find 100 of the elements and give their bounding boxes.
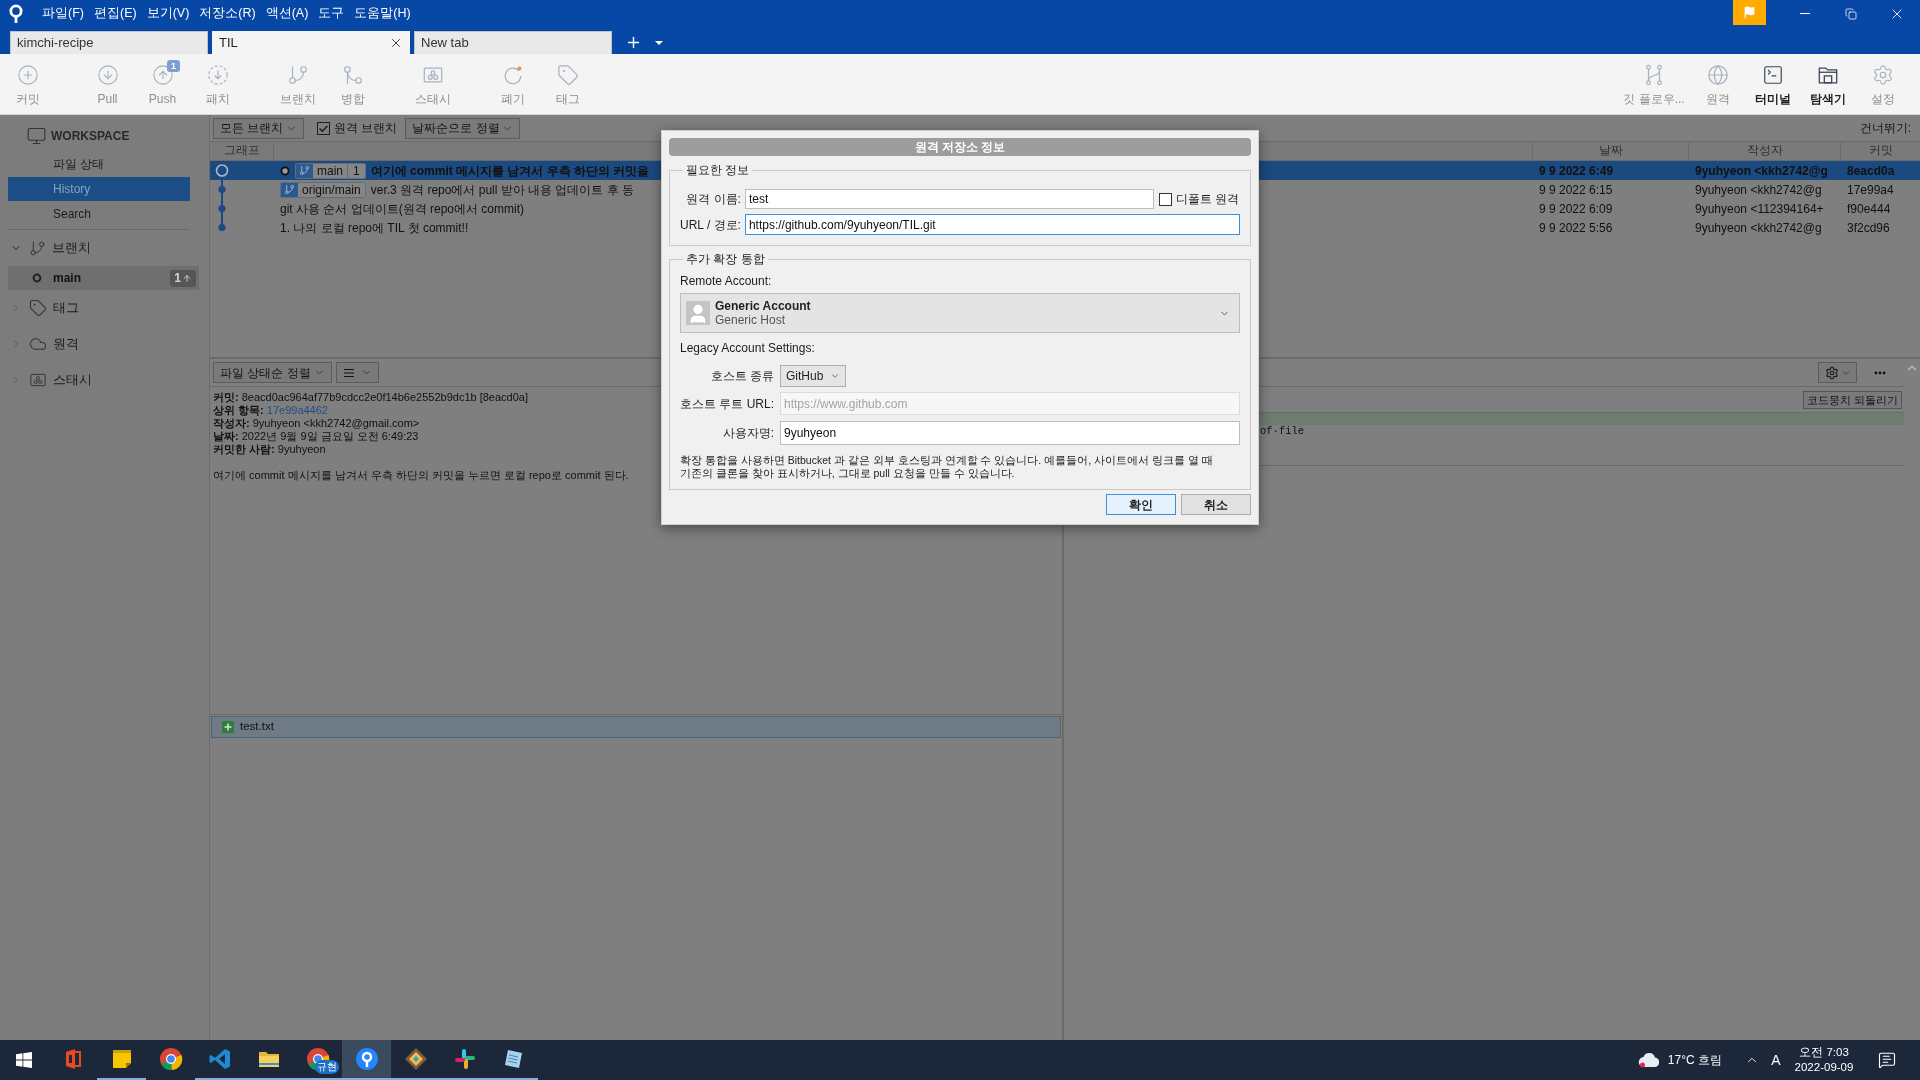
avatar-icon	[686, 301, 710, 325]
menu-item[interactable]: 보기(V)	[141, 2, 195, 25]
checkbox[interactable]	[1158, 192, 1172, 206]
up-arrow-circle-icon	[151, 64, 174, 86]
input-mode-button[interactable]: A	[1764, 1040, 1788, 1080]
window-panes-icon	[16, 1052, 32, 1068]
column-header: 날짜	[1532, 142, 1688, 160]
ribbon-icon	[207, 1047, 232, 1071]
dialog-button[interactable]: 확인	[1106, 494, 1176, 515]
section-title: WORKSPACE	[51, 128, 130, 145]
dialog-button[interactable]: 취소	[1181, 494, 1251, 515]
file-sort-dropdown[interactable]: 파일 상태순 정렬	[213, 362, 332, 383]
url-field[interactable]: https://github.com/9yuhyeon/TIL.git	[744, 214, 1240, 235]
options-dropdown[interactable]	[1818, 362, 1857, 383]
menu-item[interactable]: 파일(F)	[37, 2, 89, 25]
commit-date: 9 9 2022 6:49	[1539, 163, 1614, 178]
branch-filter-dropdown[interactable]: 모든 브랜치	[213, 117, 304, 139]
commit-message[interactable]: 1. 나의 로컬 repo에 TIL 첫 commit!!	[280, 218, 469, 237]
tag-icon	[29, 299, 47, 317]
jump-label: 건너뛰기:	[1859, 120, 1912, 137]
terminal-icon	[1761, 64, 1784, 86]
weather-text: 17°C 흐림	[1667, 1052, 1722, 1069]
group-title: 필요한 정보	[685, 162, 751, 178]
checkbox[interactable]	[317, 121, 330, 135]
clock[interactable]: 오전 7:03 2022-09-09	[1788, 1040, 1860, 1080]
tag-icon	[556, 64, 579, 86]
field-label: URL / 경로:	[680, 216, 741, 234]
folder-icon	[1816, 64, 1839, 86]
app-logo-icon	[8, 4, 24, 23]
sidebar-section[interactable]: 브랜치	[0, 230, 209, 266]
taskbar-button[interactable]	[342, 1040, 391, 1080]
pinwheel-icon	[452, 1047, 477, 1071]
sort-dropdown[interactable]: 날짜순으로 정렬	[405, 117, 521, 139]
sidebar-item[interactable]: Search	[8, 202, 190, 226]
settings-icon	[1824, 365, 1839, 380]
column-header: 작성자	[1688, 142, 1840, 160]
minimize-icon	[1800, 13, 1810, 14]
menu-item[interactable]: 편집(E)	[88, 2, 142, 25]
toolbar-button[interactable]: 터미널	[1745, 54, 1800, 114]
menu-item[interactable]: 저장소(R)	[194, 2, 261, 25]
count-badge: 1	[167, 60, 180, 72]
profile-badge: 규현	[315, 1060, 339, 1074]
field-label: 원격 이름:	[685, 191, 741, 208]
sidebar-item[interactable]: 파일 상태	[8, 152, 190, 176]
branch-name: main	[316, 163, 344, 178]
menu-item[interactable]: 액션(A)	[260, 2, 314, 25]
branch-item[interactable]: main 1	[8, 266, 199, 290]
tab[interactable]: kimchi-recipe	[10, 31, 208, 54]
commit-author: 9yuhyeon <kkh2742@g	[1695, 220, 1822, 235]
detail-line: 커밋한 사람: 9yuhyeon	[213, 443, 326, 456]
commit-date: 9 9 2022 6:15	[1539, 182, 1613, 197]
commit-hash: 3f2cd96	[1847, 220, 1890, 235]
box-circles-icon	[29, 371, 47, 389]
commit-message[interactable]: git 사용 순서 업데이트(원격 repo에서 commit)	[280, 199, 525, 218]
ahead-count: 1	[347, 163, 365, 178]
diamond-icon	[403, 1047, 428, 1071]
node-graph-icon	[1643, 64, 1665, 86]
flag-icon	[1743, 6, 1756, 19]
menu-item[interactable]: 도움말(H)	[349, 2, 416, 25]
account-dropdown[interactable]: Generic Account Generic Host	[680, 293, 1240, 333]
close-icon	[389, 36, 403, 50]
sidebar-item[interactable]: History	[8, 177, 190, 201]
field-label: Legacy Account Settings:	[680, 341, 815, 355]
branch-icon	[296, 163, 313, 178]
tab[interactable]: New tab	[414, 31, 612, 54]
discard-hunk-button[interactable]: 코드뭉치 되돌리기	[1802, 390, 1902, 409]
plus-circle-icon	[16, 64, 39, 86]
detail-line: 커밋: 8eacd0ac964af77b9cdcc2e0f14b6e2552b9dc1b [8eacd0a]	[213, 391, 528, 404]
checkbox-label: 원격 브랜치	[334, 120, 398, 137]
box-circles-icon	[421, 64, 444, 86]
toolbar-button[interactable]: 탐색기	[1800, 54, 1855, 114]
file-name: test.txt	[240, 719, 274, 735]
dialog-title: 원격 저장소 정보	[669, 138, 1251, 156]
restore-icon	[1845, 7, 1857, 20]
field-label: 사용자명:	[721, 425, 774, 442]
branch-name: origin/main	[301, 182, 362, 197]
username-field[interactable]: 9yuhyeon	[780, 421, 1240, 445]
commit-message[interactable]: ver.3 원격 repo에서 pull 받아 내용 업데이트 후 동	[370, 180, 635, 199]
count-text: 1	[174, 270, 181, 287]
column-header: 그래프	[223, 143, 261, 159]
notification-icon	[1878, 1051, 1896, 1069]
up-arrow-icon	[182, 272, 192, 284]
field-label: 호스트 종류	[709, 368, 774, 385]
chevron-down-icon	[830, 371, 840, 381]
remote-name-field[interactable]: test	[744, 189, 1154, 209]
sidebar-section[interactable]: 스태시	[0, 362, 209, 398]
commit-author: 9yuhyeon <112394164+	[1695, 201, 1824, 216]
cloud-icon	[29, 335, 47, 353]
view-mode-dropdown[interactable]	[336, 362, 379, 383]
branch-icon	[286, 64, 309, 86]
sidebar-section[interactable]: 원격	[0, 326, 209, 362]
menu-item[interactable]: 도구	[313, 2, 350, 25]
tab[interactable]: TIL	[212, 31, 410, 54]
checkbox-label: 디폴트 원격	[1175, 191, 1240, 208]
commit-author: 9yuhyeon <kkh2742@g	[1695, 163, 1828, 178]
sidebar-section[interactable]: 태그	[0, 290, 209, 326]
host-type-dropdown[interactable]: GitHub	[780, 365, 846, 387]
help-text: 확장 통합을 사용하면 Bitbucket 과 같은 외부 호스팅과 연계할 수 있습니다. 예를들어, 사이트에서 링크를 열 때 기존의 클론을 찾아 표시하거나, 그대로 pull 요청을 만들 수 있습니다.	[680, 454, 1214, 479]
commit-hash: 8eacd0a	[1847, 163, 1895, 178]
file-row[interactable]: test.txt	[211, 716, 1061, 738]
